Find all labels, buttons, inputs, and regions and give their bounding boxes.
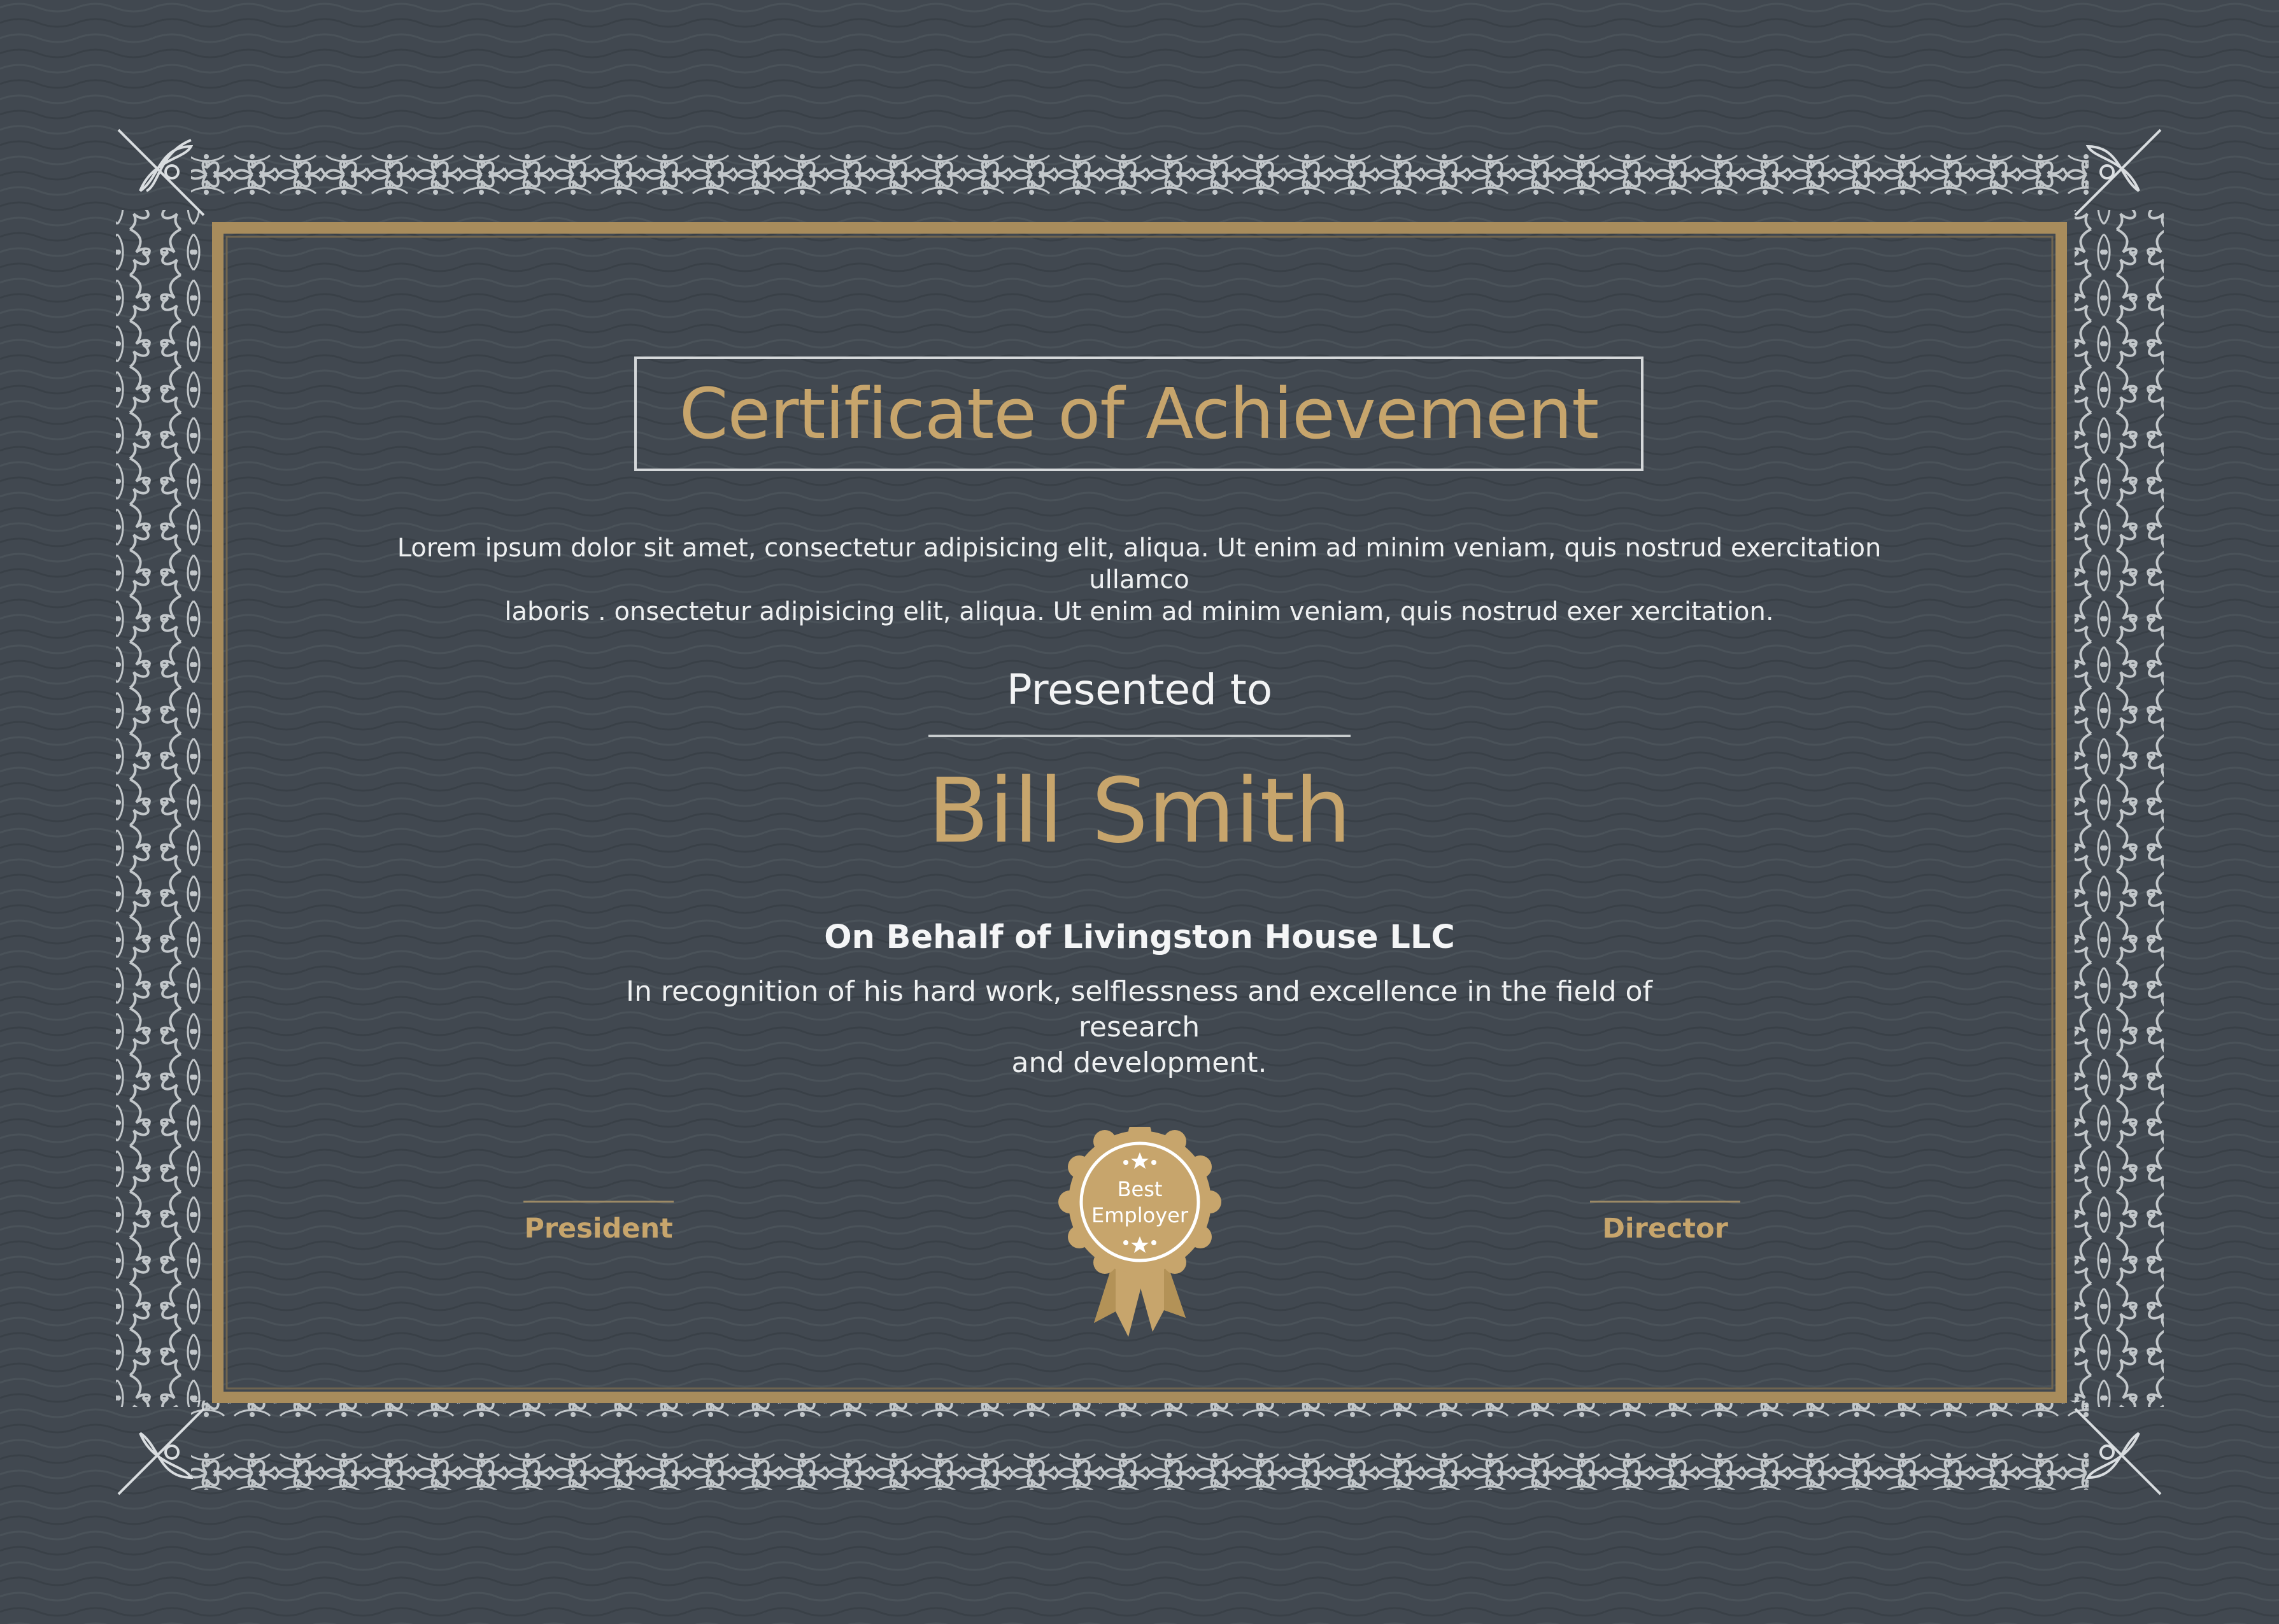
director-label: Director	[1602, 1213, 1728, 1245]
presented-to-label: Presented to	[1006, 665, 1273, 714]
certificate-title: Certificate of Achievement	[679, 373, 1600, 455]
presented-divider	[928, 735, 1351, 737]
recognition-line-1: In recognition of his hard work, selfles…	[626, 975, 1652, 1043]
seal-text: Best Employer	[1057, 1176, 1223, 1229]
director-signature-line	[1590, 1201, 1740, 1203]
certificate: Certificate of Achievement Lorem ipsum d…	[0, 0, 2279, 1624]
president-signature-line	[523, 1201, 674, 1203]
corner-flourish-bottom-left	[117, 1408, 205, 1495]
seal-line-1: Best	[1117, 1177, 1163, 1201]
intro-paragraph: Lorem ipsum dolor sit amet, consectetur …	[343, 532, 1935, 628]
corner-flourish-top-left	[117, 129, 205, 216]
title-box: Certificate of Achievement	[634, 357, 1644, 471]
president-label: President	[524, 1213, 673, 1245]
award-ribbon-icon	[1058, 1127, 1221, 1337]
seal-line-2: Employer	[1091, 1203, 1188, 1227]
recognition-paragraph: In recognition of his hard work, selfles…	[566, 974, 1712, 1081]
organization-line: On Behalf of Livingston House LLC	[824, 919, 1455, 956]
intro-line-1: Lorem ipsum dolor sit amet, consectetur …	[397, 533, 1882, 595]
recipient-name: Bill Smith	[928, 759, 1351, 863]
intro-line-2: laboris . onsectetur adipisicing elit, a…	[504, 597, 1774, 626]
recognition-line-2: and development.	[1011, 1047, 1267, 1079]
